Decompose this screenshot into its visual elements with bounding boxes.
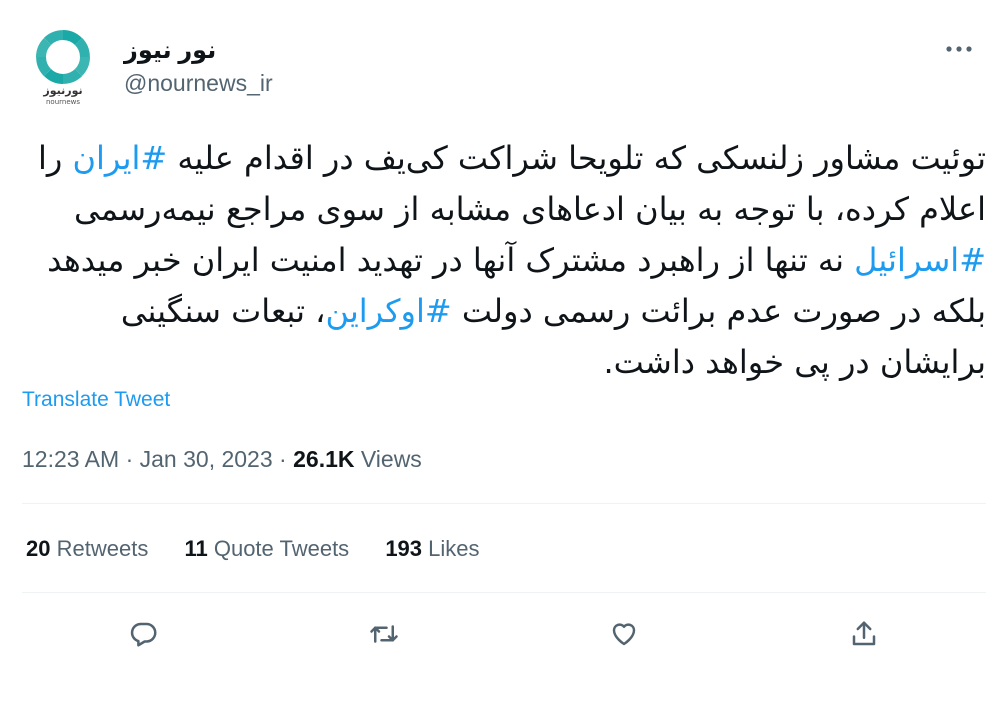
views-count: 26.1K [293, 446, 355, 472]
like-icon [612, 623, 636, 646]
divider [22, 503, 986, 504]
tweet-meta: 12:23 AM · Jan 30, 2023 · 26.1K Views [22, 446, 422, 473]
action-bar [0, 612, 1004, 656]
hashtag-link[interactable]: #اوکراین [325, 292, 451, 330]
tweet-text: توئیت مشاور زلنسکی که تلویحا شراکت کی‌یف… [22, 133, 986, 388]
share-button[interactable] [842, 612, 886, 656]
author-handle[interactable]: @nournews_ir [124, 70, 273, 97]
quotes-label: Quote Tweets [213, 536, 350, 561]
translate-tweet-link[interactable]: Translate Tweet [22, 388, 170, 412]
more-options-button[interactable] [942, 36, 976, 62]
meta-separator: · [125, 446, 134, 472]
reply-icon [130, 622, 157, 647]
hashtag-link[interactable]: #ایران [73, 139, 168, 177]
tweet-text-segment: توئیت مشاور زلنسکی که تلویحا شراکت کی‌یف… [167, 139, 986, 177]
meta-separator: · [279, 446, 287, 472]
tweet-card: نورنیوز nournews نور نیوز @nournews_ir ت… [0, 0, 1004, 720]
quote-tweets-stat[interactable]: 11 Quote Tweets [184, 536, 349, 561]
retweet-button[interactable] [362, 612, 406, 656]
hashtag-link[interactable]: #اسرائیل [854, 241, 986, 279]
retweets-count: 20 [26, 536, 51, 561]
tweet-date[interactable]: Jan 30, 2023 [140, 446, 273, 472]
tweet-time[interactable]: 12:23 AM [22, 446, 119, 472]
retweet-icon [370, 625, 398, 643]
avatar[interactable]: نورنیوز nournews [28, 28, 98, 106]
author-name[interactable]: نور نیوز [124, 36, 216, 65]
avatar-logo-subtext: nournews [46, 98, 80, 106]
likes-label: Likes [428, 536, 480, 561]
like-button[interactable] [602, 612, 646, 656]
share-icon [852, 621, 876, 646]
retweets-label: Retweets [56, 536, 149, 561]
more-dots-icon [946, 46, 972, 52]
avatar-logo-text: نورنیوز [42, 84, 82, 97]
quotes-count: 11 [184, 536, 208, 561]
divider [22, 592, 986, 593]
likes-stat[interactable]: 193 Likes [385, 536, 479, 561]
views-label: Views [360, 446, 422, 472]
likes-count: 193 [385, 536, 423, 561]
nournews-logo-icon: نورنیوز nournews [36, 30, 90, 106]
tweet-stats: 20 Retweets 11 Quote Tweets 193 Likes [26, 536, 510, 562]
retweets-stat[interactable]: 20 Retweets [26, 536, 148, 561]
reply-button[interactable] [122, 612, 166, 656]
